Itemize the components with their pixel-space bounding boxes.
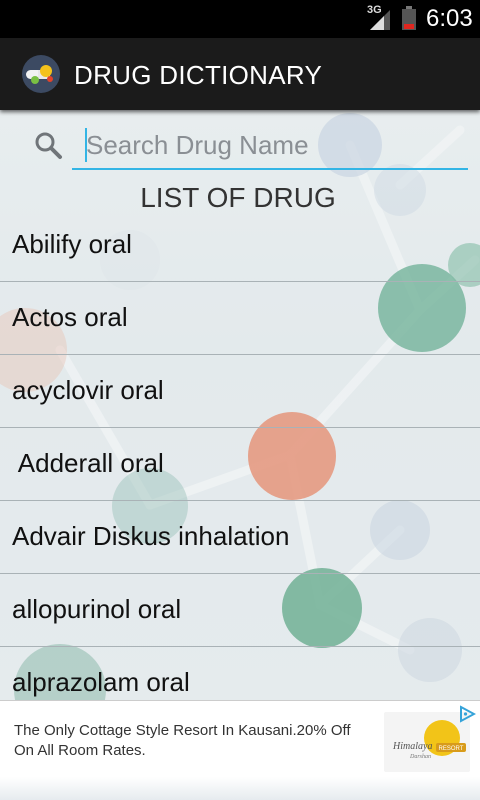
- status-bar: 3G 6:03: [0, 0, 480, 38]
- ad-text[interactable]: The Only Cottage Style Resort In Kausani…: [14, 721, 374, 761]
- list-item[interactable]: Abilify oral: [0, 209, 480, 282]
- action-bar: DRUG DICTIONARY: [0, 38, 480, 110]
- list-item[interactable]: acyclovir oral: [0, 355, 480, 428]
- ad-bottom-fade: [0, 777, 480, 800]
- content-area: LIST OF DRUG Abilify oral Actos oral acy…: [0, 110, 480, 700]
- list-item[interactable]: alprazolam oral: [0, 647, 480, 700]
- clock: 6:03: [426, 5, 473, 32]
- search-icon: [35, 132, 62, 159]
- battery-icon: [402, 6, 416, 30]
- ad-logo-badge: RESORT: [439, 746, 464, 752]
- app-title: DRUG DICTIONARY: [74, 60, 323, 90]
- search-input[interactable]: [72, 122, 468, 170]
- ad-logo-text: Himalaya: [392, 741, 432, 752]
- list-item[interactable]: allopurinol oral: [0, 574, 480, 647]
- ad-banner[interactable]: The Only Cottage Style Resort In Kausani…: [0, 700, 480, 800]
- ad-logo-subtext: Darshan: [409, 754, 431, 760]
- list-item[interactable]: Actos oral: [0, 282, 480, 355]
- drug-list[interactable]: Abilify oral Actos oral acyclovir oral A…: [0, 209, 480, 700]
- list-item[interactable]: Advair Diskus inhalation: [0, 501, 480, 574]
- pill-app-icon[interactable]: [22, 55, 60, 93]
- adchoices-icon[interactable]: [458, 705, 476, 723]
- list-item[interactable]: Adderall oral: [0, 428, 480, 501]
- search-row: [0, 110, 480, 176]
- signal-icon: [370, 10, 390, 30]
- text-cursor: [85, 128, 87, 162]
